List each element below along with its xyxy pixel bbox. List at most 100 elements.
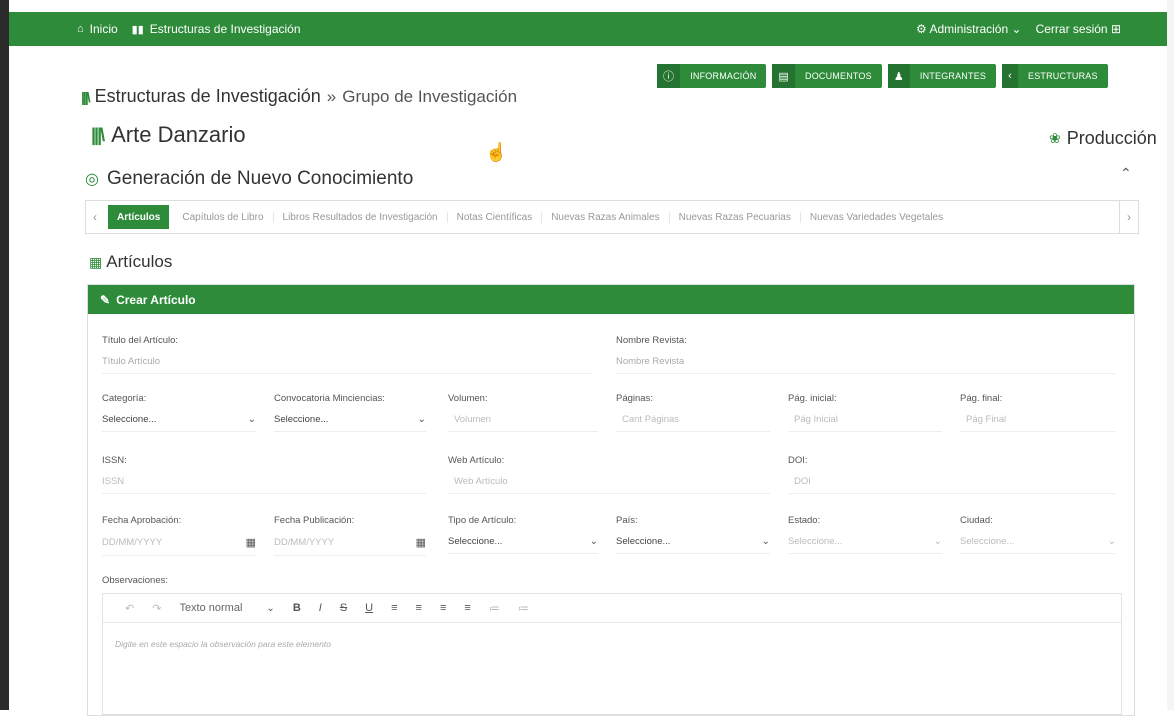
undo-icon[interactable]: ↶ (125, 602, 134, 615)
pag-final-input[interactable]: Pág Final (960, 414, 1116, 432)
volumen-input[interactable]: Volumen (448, 414, 598, 432)
paginas-input[interactable]: Cant Páginas (616, 414, 770, 432)
produccion-label: ❀ Producción (1049, 128, 1157, 148)
home-icon: ⌂ (77, 23, 84, 35)
pais-field: País: Seleccione... ⌄ (616, 515, 770, 554)
integrantes-button[interactable]: ♟ INTEGRANTES (887, 64, 997, 88)
chevron-down-icon: ⌄ (589, 536, 598, 547)
observaciones-editor: ↶ ↷ Texto normal ⌄ B I S U ≡ ≡ ≡ ≡ ≔ ≔ D… (102, 593, 1122, 715)
panel-header: ✎ Crear Artículo (88, 285, 1134, 314)
pag-inicial-field: Pág. inicial: Pág Inicial (788, 393, 942, 432)
calendar-icon[interactable]: ▦ (416, 536, 426, 549)
tab-razas-animales[interactable]: Nuevas Razas Animales (542, 211, 670, 223)
informacion-button[interactable]: ⓘ INFORMACIÓN (657, 64, 767, 88)
chevron-down-icon: ⌄ (761, 536, 770, 547)
left-edge (0, 0, 9, 710)
text-style-select[interactable]: Texto normal ⌄ (179, 602, 274, 614)
documentos-button[interactable]: ▤ DOCUMENTOS (772, 64, 882, 88)
chevron-down-icon: ⌄ (417, 414, 426, 425)
chevron-down-icon: ⌄ (1011, 22, 1022, 36)
tab-notas[interactable]: Notas Científicas (448, 211, 543, 223)
users-icon: ♟ (887, 64, 910, 88)
header-buttons: ⓘ INFORMACIÓN ▤ DOCUMENTOS ♟ INTEGRANTES… (657, 64, 1108, 88)
create-article-panel: ✎ Crear Artículo Título del Artículo: Tí… (87, 284, 1135, 716)
align-right-icon[interactable]: ≡ (440, 602, 446, 614)
tipo-select[interactable]: Seleccione... ⌄ (448, 536, 598, 554)
chevron-down-icon: ⌄ (247, 414, 256, 425)
chevron-down-icon: ⌄ (1107, 536, 1116, 547)
fecha-aprobacion-field: Fecha Aprobación: DD/MM/YYYY ▦ (102, 515, 256, 556)
logout-link[interactable]: Cerrar sesión ⊞ (1036, 22, 1121, 36)
chevron-down-icon: ⌄ (266, 602, 275, 614)
editor-toolbar: ↶ ↷ Texto normal ⌄ B I S U ≡ ≡ ≡ ≡ ≔ ≔ (103, 594, 1121, 623)
top-navbar: ⌂ Inicio ▮▮ Estructuras de Investigación… (9, 12, 1167, 46)
ciudad-select[interactable]: Seleccione... ⌄ (960, 536, 1116, 554)
doi-field: DOI: DOI (788, 455, 1116, 494)
align-left-icon[interactable]: ≡ (391, 602, 397, 614)
estructuras-button[interactable]: ‹ ESTRUCTURAS (1002, 64, 1108, 88)
align-justify-icon[interactable]: ≡ (464, 602, 470, 614)
bars-icon: |||\ (81, 88, 91, 105)
estado-select[interactable]: Seleccione... ⌄ (788, 536, 942, 554)
underline-icon[interactable]: U (365, 602, 373, 614)
bold-icon[interactable]: B (293, 602, 301, 614)
production-tabs: ‹ Artículos Capítulos de Libro Libros Re… (85, 200, 1139, 234)
tab-variedades[interactable]: Nuevas Variedades Vegetales (801, 212, 952, 223)
tab-capitulos[interactable]: Capítulos de Libro (173, 211, 274, 223)
convocatoria-field: Convocatoria Minciencias: Seleccione... ⌄ (274, 393, 426, 432)
editor-body[interactable]: Digite en este espacio la observación pa… (103, 623, 1121, 665)
right-edge (1167, 0, 1174, 710)
web-input[interactable]: Web Artículo (448, 476, 770, 494)
admin-menu[interactable]: ⚙ Administración ⌄ (916, 22, 1022, 36)
align-center-icon[interactable]: ≡ (416, 602, 422, 614)
fecha-aprobacion-input[interactable]: DD/MM/YYYY ▦ (102, 536, 256, 556)
bulb-icon: ◎ (85, 171, 99, 188)
chevron-left-icon: ‹ (1002, 64, 1018, 88)
pag-final-field: Pág. final: Pág Final (960, 393, 1116, 432)
pag-inicial-input[interactable]: Pág Inicial (788, 414, 942, 432)
revista-input[interactable]: Nombre Revista (616, 356, 1116, 374)
tab-articulos[interactable]: Artículos (108, 205, 170, 229)
gear-icon: ⚙ (916, 22, 927, 36)
document-icon: ▤ (772, 64, 795, 88)
bars-icon: ▮▮ (131, 23, 144, 36)
category-title: ◎ Generación de Nuevo Conocimiento (85, 168, 414, 189)
tabs-prev-button[interactable]: ‹ (86, 201, 104, 233)
strikethrough-icon[interactable]: S (340, 602, 347, 614)
paginas-field: Páginas: Cant Páginas (616, 393, 770, 432)
titulo-input[interactable]: Título Artículo (102, 356, 592, 374)
collapse-chevron-icon[interactable]: ⌃ (1120, 165, 1132, 182)
issn-input[interactable]: ISSN (102, 476, 426, 494)
redo-icon[interactable]: ↷ (152, 602, 161, 615)
logout-icon: ⊞ (1110, 22, 1121, 36)
tabs-next-button[interactable]: › (1119, 201, 1138, 233)
group-name: |||\ Arte Danzario (91, 122, 246, 147)
chevron-down-icon: ⌄ (933, 536, 942, 547)
nav-home[interactable]: Inicio (90, 22, 118, 36)
issn-field: ISSN: ISSN (102, 455, 426, 494)
categoria-field: Categoría: Seleccione... ⌄ (102, 393, 256, 432)
convocatoria-select[interactable]: Seleccione... ⌄ (274, 414, 426, 432)
app-frame: ⌂ Inicio ▮▮ Estructuras de Investigación… (9, 0, 1167, 716)
ciudad-field: Ciudad: Seleccione... ⌄ (960, 515, 1116, 554)
bullet-list-icon[interactable]: ≔ (518, 602, 529, 615)
section-title: ▦ Artículos (89, 252, 173, 271)
grid-icon: ▦ (89, 253, 103, 270)
plant-icon: ❀ (1049, 130, 1061, 146)
info-icon: ⓘ (657, 64, 681, 88)
fecha-publicacion-input[interactable]: DD/MM/YYYY ▦ (274, 536, 426, 556)
doi-input[interactable]: DOI (788, 476, 1116, 494)
revista-field: Nombre Revista: Nombre Revista (616, 335, 1116, 374)
calendar-icon[interactable]: ▦ (246, 536, 256, 549)
tab-razas-pecuarias[interactable]: Nuevas Razas Pecuarias (670, 211, 801, 223)
fecha-publicacion-field: Fecha Publicación: DD/MM/YYYY ▦ (274, 515, 426, 556)
italic-icon[interactable]: I (319, 602, 322, 614)
pencil-icon: ✎ (100, 292, 111, 307)
tab-libros[interactable]: Libros Resultados de Investigación (274, 211, 448, 223)
ordered-list-icon[interactable]: ≔ (489, 602, 500, 615)
page-title: |||\ Estructuras de Investigación » Grup… (81, 86, 518, 106)
bars-icon: |||\ (91, 124, 105, 145)
nav-estructuras[interactable]: Estructuras de Investigación (150, 22, 301, 36)
pais-select[interactable]: Seleccione... ⌄ (616, 536, 770, 554)
categoria-select[interactable]: Seleccione... ⌄ (102, 414, 256, 432)
